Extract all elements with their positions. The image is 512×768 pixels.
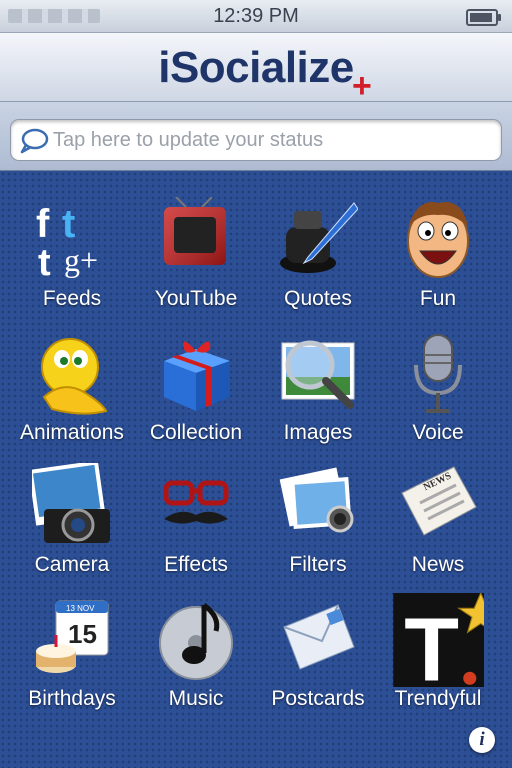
trendyful-letter: T bbox=[404, 599, 459, 687]
speech-bubble-icon bbox=[20, 128, 49, 154]
tile-postcards[interactable]: Postcards bbox=[256, 597, 380, 725]
tile-news[interactable]: NEWS News bbox=[376, 463, 500, 591]
quill-ink-icon bbox=[280, 202, 358, 273]
calendar-day: 15 bbox=[68, 619, 97, 649]
battery-icon bbox=[466, 9, 501, 26]
calendar-cake-icon: 13 NOV 15 bbox=[36, 600, 109, 673]
status-update-field[interactable]: Tap here to update your status bbox=[10, 119, 502, 161]
feature-grid: f t t g+ Feeds YouTube Quotes Fun Animat… bbox=[0, 171, 512, 768]
feeds-icon: f t t g+ bbox=[36, 202, 98, 283]
tile-birthdays[interactable]: 13 NOV 15 Birthdays bbox=[10, 597, 134, 725]
tile-label: Camera bbox=[34, 553, 110, 576]
tile-filters[interactable]: Filters bbox=[256, 463, 380, 591]
calendar-month: 13 NOV bbox=[66, 604, 95, 613]
tumblr-letter: t bbox=[38, 242, 51, 283]
tile-music[interactable]: Music bbox=[134, 597, 258, 725]
twitter-letter: t bbox=[62, 202, 75, 246]
laughing-face-icon bbox=[407, 202, 469, 278]
app-header: iSocialize + bbox=[0, 33, 512, 105]
photo-filter-icon bbox=[279, 467, 354, 533]
youtube-tv-icon bbox=[164, 197, 226, 265]
app-title: iSocialize bbox=[158, 43, 354, 92]
tile-camera[interactable]: Camera bbox=[10, 463, 134, 591]
status-update-bar: Tap here to update your status bbox=[0, 102, 512, 171]
gift-box-icon bbox=[164, 341, 230, 411]
emoji-thinking-icon bbox=[41, 338, 108, 415]
tile-label: Fun bbox=[419, 287, 457, 310]
facebook-letter: f bbox=[36, 202, 50, 246]
info-button[interactable]: i bbox=[469, 727, 495, 753]
tile-label: News bbox=[411, 553, 465, 576]
tile-label: Voice bbox=[412, 421, 464, 444]
tile-youtube[interactable]: YouTube bbox=[134, 197, 258, 325]
glasses-mustache-icon bbox=[163, 480, 229, 524]
tile-label: Birthdays bbox=[28, 687, 116, 710]
tile-label: Feeds bbox=[42, 287, 102, 310]
googleplus-letter: g+ bbox=[64, 242, 98, 278]
newspaper-icon: NEWS bbox=[401, 466, 477, 536]
tile-animations[interactable]: Animations bbox=[10, 331, 134, 459]
clock: 12:39 PM bbox=[213, 5, 299, 27]
tile-label: Trendyful bbox=[394, 687, 482, 710]
music-note-icon bbox=[159, 603, 233, 680]
magnifier-photo-icon bbox=[281, 340, 355, 409]
status-bar: 12:39 PM bbox=[0, 0, 512, 33]
plus-mark: + bbox=[352, 67, 372, 105]
tile-label: Animations bbox=[20, 421, 124, 444]
tile-fun[interactable]: Fun bbox=[376, 197, 500, 325]
tile-voice[interactable]: Voice bbox=[376, 331, 500, 459]
tile-collection[interactable]: Collection bbox=[134, 331, 258, 459]
status-placeholder: Tap here to update your status bbox=[53, 129, 324, 151]
tile-feeds[interactable]: f t t g+ Feeds bbox=[10, 197, 134, 325]
tile-quotes[interactable]: Quotes bbox=[256, 197, 380, 325]
tile-trendyful[interactable]: T Trendyful bbox=[376, 593, 500, 725]
microphone-icon bbox=[414, 334, 462, 413]
trendyful-logo-icon: T bbox=[393, 593, 484, 687]
camera-icon bbox=[32, 463, 110, 543]
envelope-icon bbox=[283, 604, 355, 670]
tile-effects[interactable]: Effects bbox=[134, 463, 258, 591]
tile-images[interactable]: Images bbox=[256, 331, 380, 459]
